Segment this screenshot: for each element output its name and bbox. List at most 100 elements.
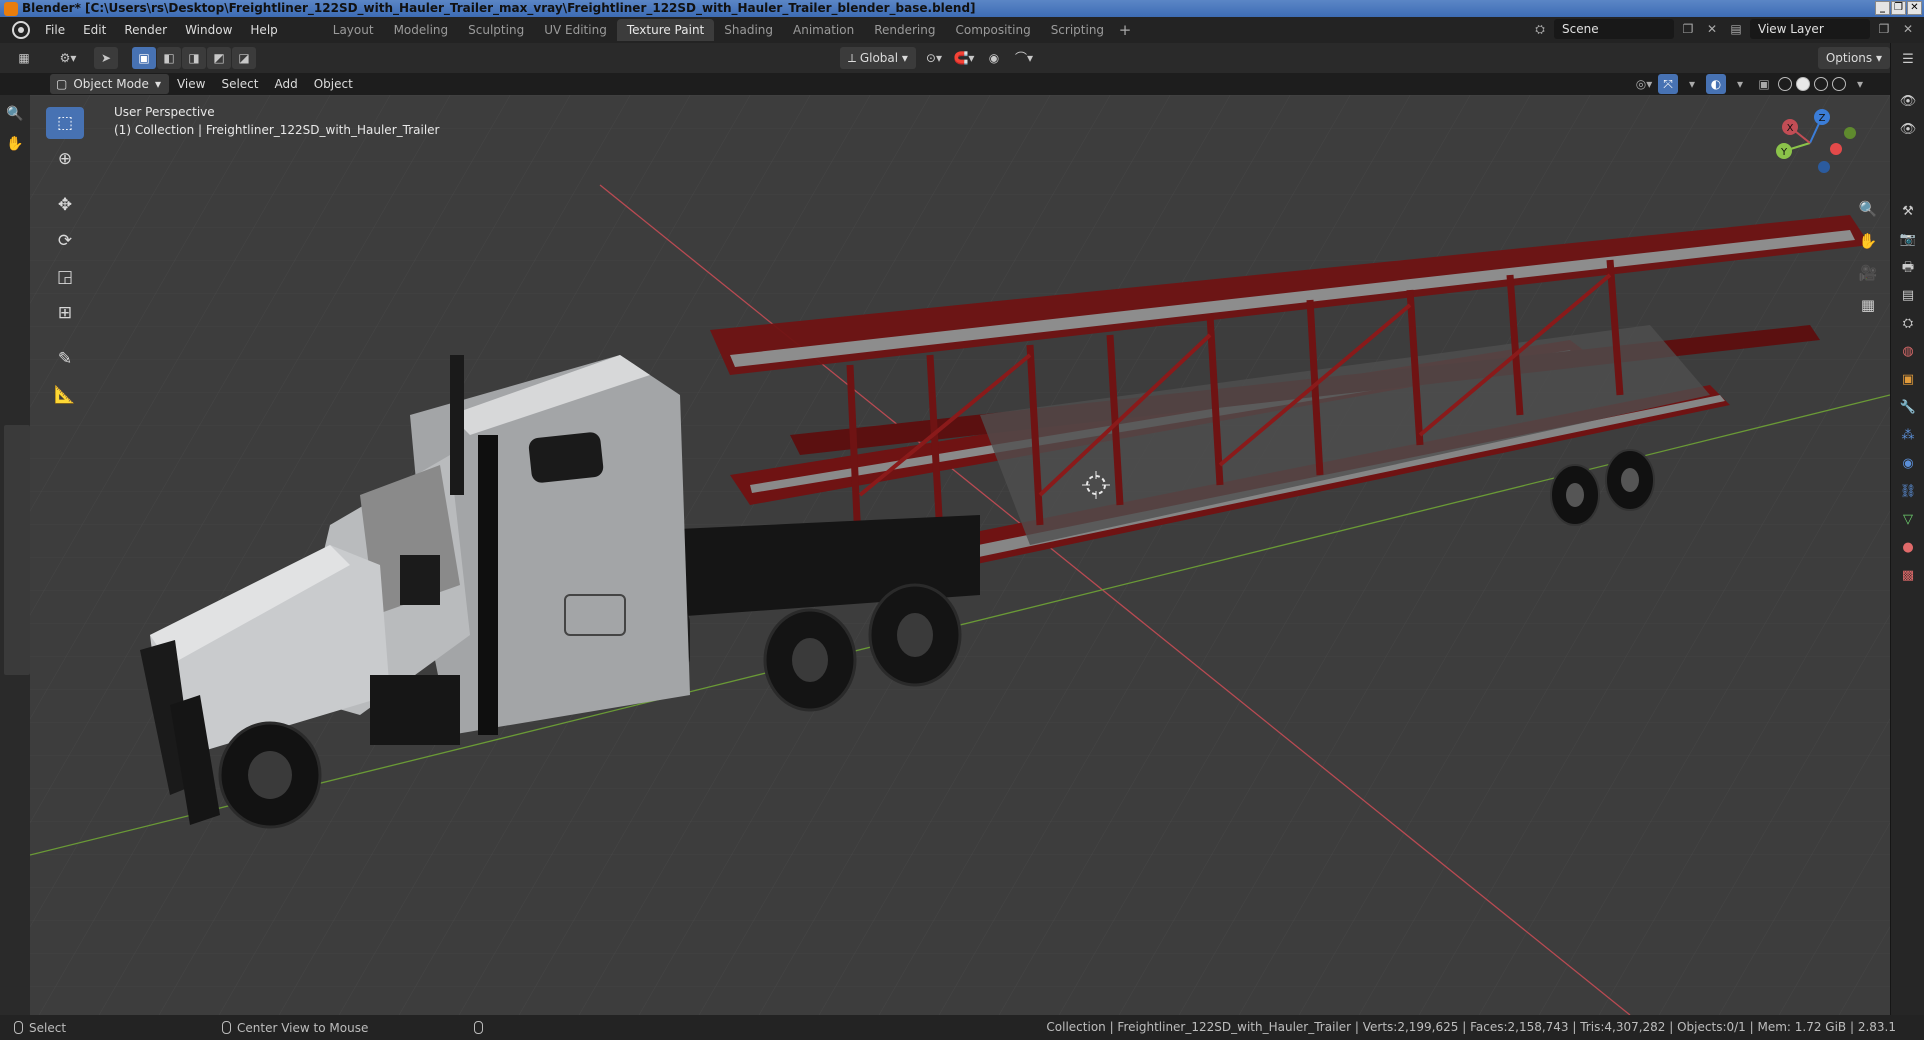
menu-window[interactable]: Window [176,19,241,41]
cursor-icon[interactable]: ⊕ [46,143,84,175]
viewport-menu-add[interactable]: Add [266,74,305,94]
measure-icon[interactable]: 📐 [46,379,84,411]
perspective-toggle-icon[interactable]: ▦ [1854,291,1882,319]
tab-modeling[interactable]: Modeling [384,19,459,41]
render-properties-icon[interactable]: 📷 [1897,229,1919,251]
physics-properties-icon[interactable]: ◉ [1897,453,1919,475]
gizmo-neg-y-icon[interactable] [1844,127,1856,139]
world-properties-icon[interactable]: ◍ [1897,341,1919,363]
menu-render[interactable]: Render [115,19,176,41]
move-icon[interactable]: ✥ [46,189,84,221]
navigation-gizmo[interactable]: Z Y X [1762,105,1862,195]
tab-layout[interactable]: Layout [323,19,384,41]
view-layer-field[interactable]: View Layer [1750,19,1870,39]
hand-pan-icon[interactable]: ✋ [4,133,26,155]
object-mode-dropdown[interactable]: ▢ Object Mode ▾ [50,74,169,94]
overlay-options-icon[interactable]: ▾ [1730,74,1750,94]
xray-icon[interactable]: ▣ [1754,74,1774,94]
transform-icon[interactable]: ⊞ [46,297,84,329]
left-editor-bar: 🔍 ✋ [0,95,30,1015]
select-box-icon[interactable]: ⬚ [46,107,84,139]
blender-logo-icon[interactable] [12,21,30,39]
proportional-editing-icon[interactable]: ◉ [982,47,1006,69]
zoom-icon[interactable]: 🔍 [1854,195,1882,223]
scale-icon[interactable]: ◲ [46,261,84,293]
data-properties-icon[interactable]: ▽ [1897,509,1919,531]
viewport-menu-object[interactable]: Object [306,74,361,94]
output-properties-icon[interactable]: 🖶 [1897,257,1919,279]
material-shading-icon[interactable] [1814,77,1828,91]
3d-viewport[interactable]: User Perspective (1) Collection | Freigh… [30,95,1890,1015]
minimize-button[interactable]: _ [1875,1,1890,15]
delete-view-layer-icon[interactable]: ✕ [1898,19,1918,39]
new-scene-icon[interactable]: ❐ [1678,19,1698,39]
rotate-icon[interactable]: ⟳ [46,225,84,257]
snap-icon[interactable]: 🧲▾ [952,47,976,69]
tab-uv-editing[interactable]: UV Editing [534,19,617,41]
transform-orientation-dropdown[interactable]: ⟂ Global ▾ [840,47,916,69]
add-workspace-button[interactable]: + [1114,19,1136,41]
new-view-layer-icon[interactable]: ❐ [1874,19,1894,39]
left-bar-scroll-region[interactable] [4,425,30,675]
delete-scene-icon[interactable]: ✕ [1702,19,1722,39]
options-label: Options [1825,51,1873,65]
menu-help[interactable]: Help [241,19,286,41]
view-layer-properties-icon[interactable]: ▤ [1897,285,1919,307]
select-invert-icon[interactable]: ◩ [207,47,231,69]
options-dropdown[interactable]: Options ▾ [1817,47,1890,69]
tab-rendering[interactable]: Rendering [864,19,945,41]
tab-shading[interactable]: Shading [714,19,783,41]
editor-type-icon[interactable]: ▦ [12,47,36,69]
rendered-shading-icon[interactable] [1832,77,1846,91]
pivot-point-icon[interactable]: ⊙▾ [922,47,946,69]
scene-icon[interactable]: ⛭ [1530,19,1550,39]
viewport-menu-view[interactable]: View [169,74,213,94]
select-intersect-icon[interactable]: ◪ [232,47,256,69]
shading-options-icon[interactable]: ▾ [1850,74,1870,94]
view-perspective-label: User Perspective [114,105,215,119]
tab-scripting[interactable]: Scripting [1041,19,1114,41]
tab-texture-paint[interactable]: Texture Paint [616,19,715,41]
menu-file[interactable]: File [36,19,74,41]
solid-shading-icon[interactable] [1796,77,1810,91]
active-tool-icon[interactable]: ➤ [94,47,118,69]
particles-properties-icon[interactable]: ⁂ [1897,425,1919,447]
material-properties-icon[interactable]: ● [1897,537,1919,559]
close-button[interactable]: ✕ [1907,1,1922,15]
select-new-icon[interactable]: ▣ [132,47,156,69]
constraints-properties-icon[interactable]: ⛓ [1897,481,1919,503]
gizmo-neg-x-icon[interactable] [1830,143,1842,155]
outliner-eye-icon-2[interactable]: 👁 [1897,119,1919,141]
visibility-icon[interactable]: ◎▾ [1634,74,1654,94]
3d-scene-canvas[interactable] [30,95,1890,1015]
camera-view-icon[interactable]: 🎥 [1854,259,1882,287]
view-icon[interactable]: 🔍 [4,103,26,125]
scene-properties-icon[interactable]: ⛭ [1897,313,1919,335]
tool-settings-icon[interactable]: ⚙▾ [56,47,80,69]
gizmo-neg-z-icon[interactable] [1818,161,1830,173]
menu-edit[interactable]: Edit [74,19,115,41]
annotate-icon[interactable]: ✎ [46,343,84,375]
modifier-properties-icon[interactable]: 🔧 [1897,397,1919,419]
gizmo-options-icon[interactable]: ▾ [1682,74,1702,94]
overlay-toggle-icon[interactable]: ◐ [1706,74,1726,94]
view-layer-icon[interactable]: ▤ [1726,19,1746,39]
outliner-eye-icon[interactable]: 👁 [1897,91,1919,113]
tab-compositing[interactable]: Compositing [945,19,1040,41]
tool-properties-icon[interactable]: ⚒ [1897,201,1919,223]
top-menubar: File Edit Render Window Help Layout Mode… [0,17,1924,43]
viewport-menu-select[interactable]: Select [213,74,266,94]
scene-name-field[interactable]: Scene [1554,19,1674,39]
editor-type-properties-icon[interactable]: ☰ [1897,49,1919,71]
tab-animation[interactable]: Animation [783,19,864,41]
object-properties-icon[interactable]: ▣ [1897,369,1919,391]
texture-properties-icon[interactable]: ▩ [1897,565,1919,587]
select-extend-icon[interactable]: ◧ [157,47,181,69]
gizmo-toggle-icon[interactable]: ⤧ [1658,74,1678,94]
select-subtract-icon[interactable]: ◨ [182,47,206,69]
tab-sculpting[interactable]: Sculpting [458,19,534,41]
pan-hand-icon[interactable]: ✋ [1854,227,1882,255]
falloff-icon[interactable]: ⌒▾ [1012,47,1036,69]
restore-button[interactable]: ❐ [1891,1,1906,15]
wireframe-shading-icon[interactable] [1778,77,1792,91]
